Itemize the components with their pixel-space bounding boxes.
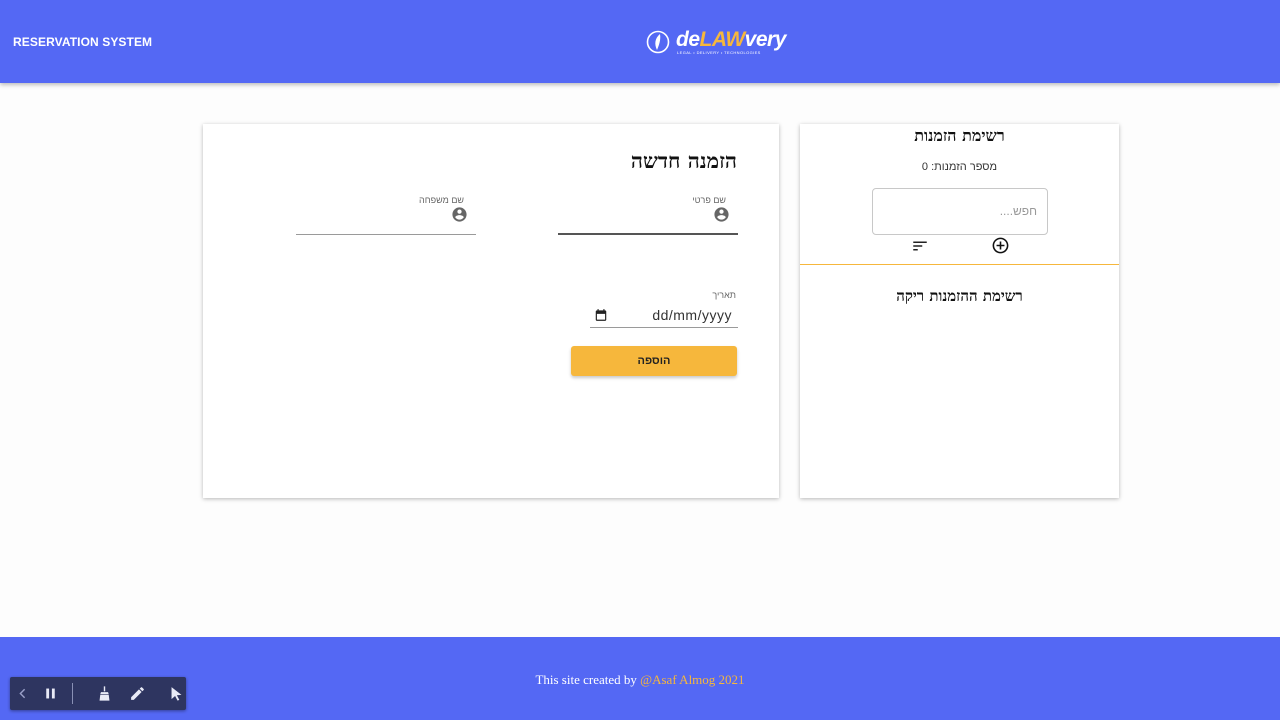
date-value[interactable]: dd/mm/yyyy: [652, 307, 732, 323]
footer-text: This site created by: [535, 672, 637, 687]
list-title: רשימת הזמנות: [914, 126, 1005, 145]
first-name-label: שם פרטי: [692, 195, 726, 205]
date-underline: [590, 327, 738, 328]
first-name-underline: [558, 233, 738, 235]
list-divider: [800, 264, 1119, 265]
last-name-underline: [296, 234, 476, 235]
broom-icon[interactable]: [96, 685, 113, 702]
cursor-icon[interactable]: [168, 685, 185, 702]
date-label: תאריך: [712, 290, 736, 300]
empty-list-message: רשימת ההזמנות ריקה: [896, 287, 1023, 305]
delawvery-logo[interactable]: deLAWvery LEGAL • DELIVERY • TECHNOLOGIE…: [646, 28, 796, 58]
app-title: RESERVATION SYSTEM: [13, 35, 153, 49]
last-name-field[interactable]: שם משפחה: [296, 195, 476, 235]
footer-credit: This site created by @Asaf Almog 2021: [0, 672, 1280, 688]
app-header: RESERVATION SYSTEM deLAWvery LEGAL • DEL…: [0, 0, 1280, 83]
account-circle-icon: [452, 207, 467, 222]
new-reservation-card: הזמנה חדשה שם פרטי שם משפחה תאריך dd/mm/…: [203, 124, 779, 498]
add-circle-icon[interactable]: [991, 236, 1010, 255]
pencil-icon[interactable]: [129, 685, 146, 702]
sort-icon[interactable]: [911, 237, 929, 255]
pause-icon[interactable]: [42, 685, 59, 702]
recorder-toolbar: [10, 677, 186, 710]
logo-mark-icon: [646, 30, 670, 54]
search-field[interactable]: [872, 188, 1048, 235]
search-input[interactable]: [887, 204, 1037, 218]
add-reservation-button[interactable]: הוספה: [571, 346, 737, 376]
logo-wordmark: deLAWvery: [676, 28, 786, 51]
date-field[interactable]: תאריך dd/mm/yyyy: [590, 290, 738, 328]
reservation-count: מספר הזמנות: 0: [921, 161, 998, 173]
calendar-icon[interactable]: [594, 308, 608, 322]
app-footer: This site created by @Asaf Almog 2021: [0, 637, 1280, 720]
logo-tagline: LEGAL • DELIVERY • TECHNOLOGIES: [677, 50, 761, 55]
reservations-list-card: רשימת הזמנות מספר הזמנות: 0 רשימת ההזמנו…: [800, 124, 1119, 498]
form-title: הזמנה חדשה: [630, 148, 737, 173]
toolbar-separator: [72, 683, 73, 704]
first-name-field[interactable]: שם פרטי: [558, 195, 738, 235]
account-circle-icon: [714, 207, 729, 222]
author-link[interactable]: @Asaf Almog 2021: [640, 672, 744, 687]
last-name-label: שם משפחה: [419, 195, 464, 205]
chevron-left-icon[interactable]: [14, 685, 31, 702]
